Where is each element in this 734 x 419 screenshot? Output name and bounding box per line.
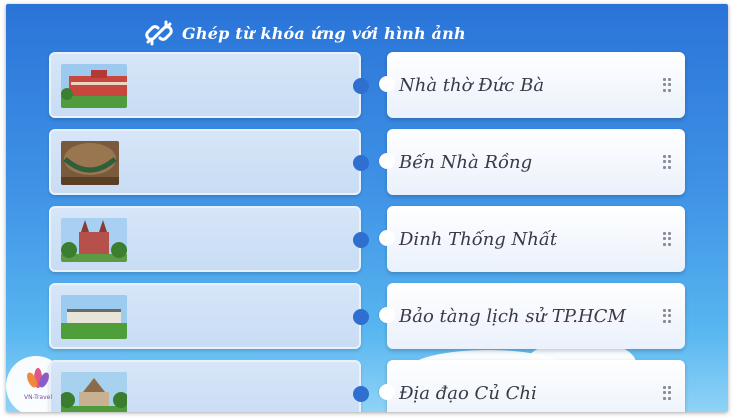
keyword-label: Bảo tàng lịch sử TP.HCM: [399, 305, 626, 327]
red-colonial-building-photo: [61, 64, 127, 108]
palace-lawn-photo: [61, 295, 127, 339]
connector-knob: [353, 232, 369, 248]
drag-handle-icon[interactable]: [663, 232, 671, 246]
connector-notch: [379, 307, 395, 323]
keyword-label: Nhà thờ Đức Bà: [399, 74, 545, 96]
image-card-4[interactable]: [49, 283, 369, 349]
keyword-card-2[interactable]: Bến Nhà Rồng: [379, 129, 685, 195]
connector-knob: [353, 78, 369, 94]
keyword-card-1[interactable]: Nhà thờ Đức Bà: [379, 52, 685, 118]
connector-notch: [379, 153, 395, 169]
keyword-card-5[interactable]: Địa đạo Củ Chi: [379, 360, 685, 412]
lotus-logo: VN-Travel: [20, 366, 56, 410]
connector-notch: [379, 76, 395, 92]
activity-title-text: Ghép từ khóa ứng với hình ảnh: [182, 23, 466, 43]
drag-handle-icon[interactable]: [663, 78, 671, 92]
link-icon: [145, 20, 173, 46]
drag-handle-icon[interactable]: [663, 155, 671, 169]
lotus-icon: [27, 368, 49, 388]
connector-notch: [379, 230, 395, 246]
museum-pagoda-photo: [61, 372, 127, 412]
connector-knob: [353, 155, 369, 171]
cathedral-towers-photo: [61, 218, 127, 262]
logo-text: VN-Travel: [23, 394, 53, 401]
image-card-5[interactable]: [49, 360, 369, 412]
connector-notch: [379, 384, 395, 400]
connector-knob: [353, 386, 369, 402]
image-card-2[interactable]: [49, 129, 369, 195]
keyword-label: Bến Nhà Rồng: [399, 151, 533, 173]
activity-frame: Ghép từ khóa ứng với hình ảnh Nhà thờ Đứ…: [6, 4, 728, 412]
keyword-card-3[interactable]: Dinh Thống Nhất: [379, 206, 685, 272]
drag-handle-icon[interactable]: [663, 309, 671, 323]
keyword-label: Địa đạo Củ Chi: [399, 382, 537, 404]
activity-title: Ghép từ khóa ứng với hình ảnh: [144, 16, 466, 50]
tunnel-hammock-photo: [61, 141, 119, 185]
image-card-1[interactable]: [49, 52, 369, 118]
connector-knob: [353, 309, 369, 325]
keyword-card-4[interactable]: Bảo tàng lịch sử TP.HCM: [379, 283, 685, 349]
drag-handle-icon[interactable]: [663, 386, 671, 400]
image-card-3[interactable]: [49, 206, 369, 272]
keyword-label: Dinh Thống Nhất: [399, 228, 558, 250]
